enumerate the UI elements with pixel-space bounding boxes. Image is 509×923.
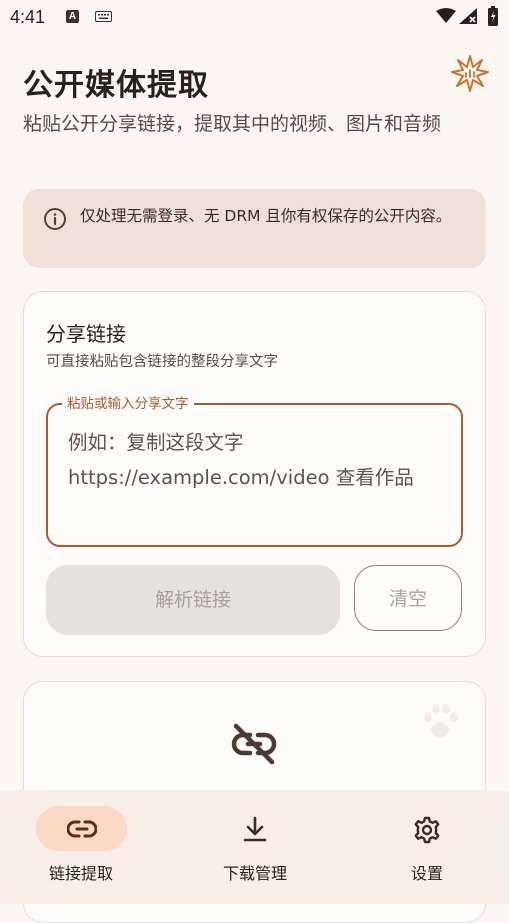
share-card-hint: 可直接粘贴包含链接的整段分享文字 [46, 354, 278, 370]
download-icon [243, 816, 267, 842]
signal-icon [459, 8, 477, 24]
keyboard-icon [95, 11, 112, 22]
share-text-input-placeholder: 例如：复制这段文字 https://example.com/video 查看作品 [68, 431, 414, 489]
nav-label-link-extract: 链接提取 [48, 864, 113, 883]
bottom-navigation: 链接提取 下载管理 设置 [0, 790, 509, 904]
page-title: 公开媒体提取 [23, 68, 209, 103]
status-time: 4:41 [10, 7, 46, 27]
nav-label-settings: 设置 [410, 864, 443, 883]
link-off-icon [231, 723, 277, 765]
nav-item-link-extract[interactable]: 链接提取 [0, 790, 170, 904]
clear-button[interactable]: 清空 [354, 565, 462, 631]
notice-banner: 仅处理无需登录、无 DRM 且你有权保存的公开内容。 [23, 189, 486, 268]
nav-label-downloads: 下载管理 [222, 864, 287, 883]
link-icon [67, 820, 97, 838]
a-badge-icon: A [66, 10, 79, 23]
share-card-title: 分享链接 [46, 322, 126, 346]
info-icon [44, 208, 66, 230]
parse-link-button[interactable]: 解析链接 [46, 565, 340, 635]
paw-icon [424, 704, 458, 738]
share-text-input-label: 粘贴或输入分享文字 [62, 392, 194, 412]
nav-item-settings[interactable]: 设置 [342, 790, 509, 904]
battery-icon [488, 6, 498, 26]
status-bar: 4:41 A [0, 0, 509, 34]
share-link-card: 分享链接 可直接粘贴包含链接的整段分享文字 粘贴或输入分享文字 例如：复制这段文… [23, 291, 486, 657]
gear-icon [414, 816, 440, 844]
page-subtitle: 粘贴公开分享链接，提取其中的视频、图片和音频 [23, 113, 442, 135]
sparkle-logo-icon [451, 55, 489, 92]
nav-item-downloads[interactable]: 下载管理 [170, 790, 340, 904]
notice-text: 仅处理无需登录、无 DRM 且你有权保存的公开内容。 [80, 207, 452, 225]
wifi-icon [436, 8, 456, 23]
